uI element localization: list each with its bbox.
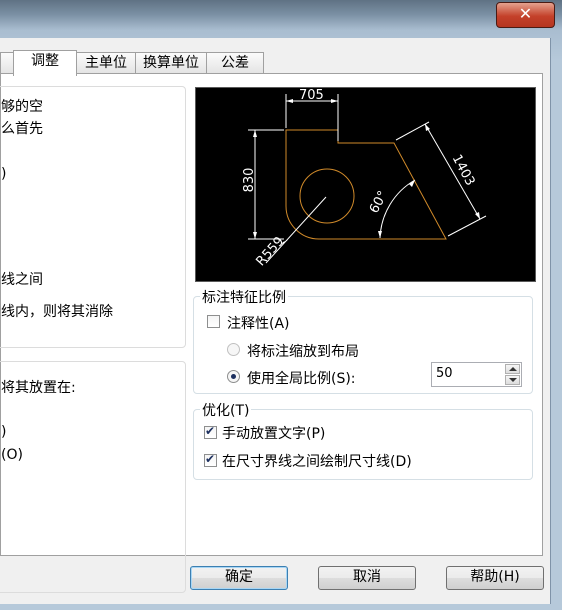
global-scale-spinner[interactable]: 50	[431, 362, 522, 387]
dimension-lines	[248, 94, 487, 264]
placement-text-line-1: 将其放置在:	[1, 380, 76, 396]
manual-text-checkbox[interactable]	[204, 424, 217, 439]
global-scale-radio[interactable]	[227, 370, 240, 383]
fit-text-line-4: 线之间	[1, 272, 43, 288]
optimize-title: 优化(T)	[200, 400, 252, 420]
spinner-down-icon[interactable]	[505, 375, 520, 385]
close-icon: ✕	[518, 4, 533, 23]
dim-right-label: 1403	[449, 152, 478, 188]
fit-text-line-5: 线内，则将其消除	[1, 304, 113, 320]
manual-text-label: 手动放置文字(P)	[222, 426, 326, 442]
annotative-label: 注释性(A)	[227, 316, 290, 332]
dim-top-label: 705	[299, 88, 324, 103]
scale-to-layout-radio[interactable]	[227, 343, 240, 356]
scale-to-layout-label: 将标注缩放到布局	[247, 344, 359, 360]
dimension-preview: 705 830 1403 60° R559	[195, 87, 536, 282]
fit-text-line-3: )	[1, 166, 7, 182]
spinner-up-icon[interactable]	[505, 364, 520, 374]
ok-button[interactable]: 确定	[190, 566, 288, 590]
tab-fit-partial[interactable]	[0, 52, 14, 74]
tab-primary-units[interactable]: 主单位	[76, 52, 136, 74]
dimension-labels: 705 830 1403 60° R559	[242, 88, 477, 269]
global-scale-label: 使用全局比例(S):	[247, 371, 356, 387]
hole-circle	[299, 168, 355, 224]
fit-text-line-1: 够的空	[1, 99, 43, 115]
global-scale-value: 50	[436, 366, 453, 381]
preview-drawing: 705 830 1403 60° R559	[242, 88, 487, 269]
window-close-button[interactable]: ✕	[496, 2, 555, 28]
draw-dim-line-label: 在尺寸界线之间绘制尺寸线(D)	[222, 454, 412, 470]
annotative-checkbox[interactable]	[207, 315, 220, 328]
draw-dim-line-checkbox[interactable]	[204, 452, 217, 467]
tab-adjust[interactable]: 调整	[13, 50, 77, 76]
fit-text-line-2: 么首先	[1, 121, 43, 137]
help-button[interactable]: 帮助(H)	[446, 566, 544, 590]
cancel-button[interactable]: 取消	[318, 566, 416, 590]
placement-text-line-3: (O)	[1, 447, 23, 463]
dim-angle-label: 60°	[367, 189, 391, 216]
tab-tolerances[interactable]: 公差	[206, 52, 264, 74]
dialog-client-area: 调整 主单位 换算单位 公差 够的空 么首先 ) 线之间 线内，则将其消除 将其…	[0, 38, 551, 604]
tab-alternate-units[interactable]: 换算单位	[135, 52, 207, 74]
dimension-scale-title: 标注特征比例	[200, 287, 288, 307]
dimension-arrows	[253, 99, 480, 245]
dim-left-label: 830	[242, 168, 257, 193]
dialog-window: ✕ 调整 主单位 换算单位 公差 够的空 么首先 ) 线之间 线内，则将其消除 …	[0, 0, 562, 610]
placement-text-line-2: )	[1, 424, 7, 440]
part-geometry	[285, 129, 447, 240]
